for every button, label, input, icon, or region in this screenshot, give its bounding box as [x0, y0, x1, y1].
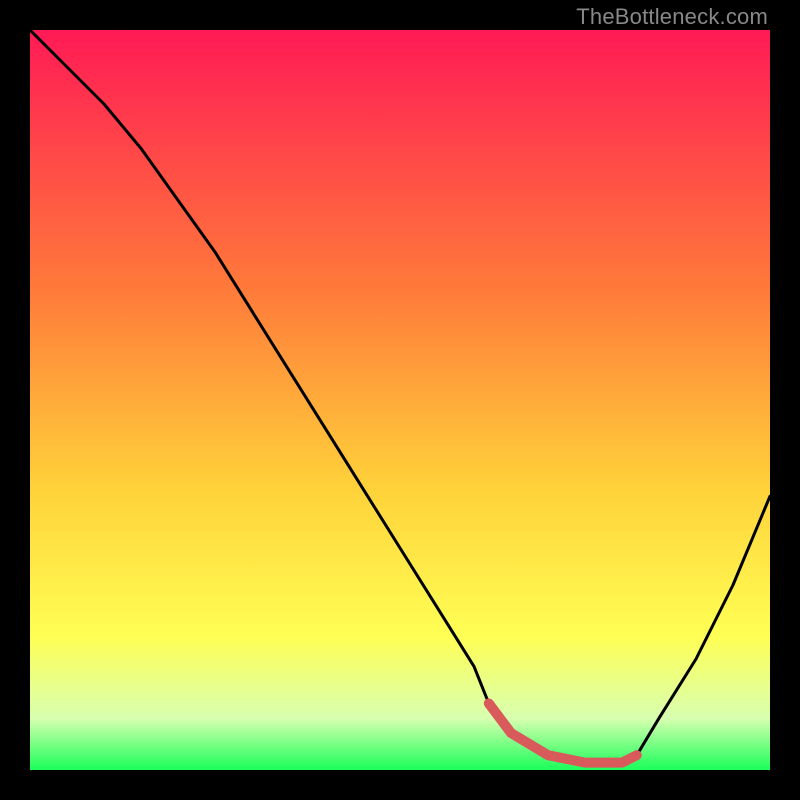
chart-container: TheBottleneck.com [0, 0, 800, 800]
optimal-range-highlight [489, 703, 637, 762]
plot-area [30, 30, 770, 770]
bottleneck-curve [30, 30, 770, 763]
curve-layer [30, 30, 770, 770]
watermark-label: TheBottleneck.com [576, 4, 768, 30]
